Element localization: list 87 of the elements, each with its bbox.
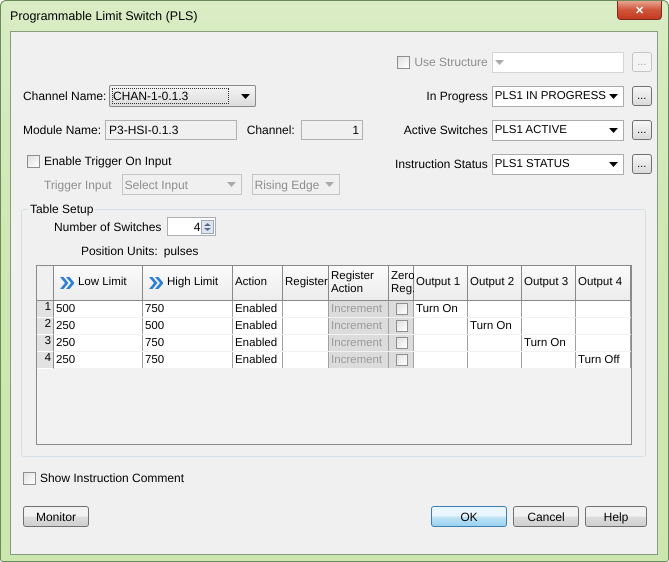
- row-number: 1: [37, 301, 54, 318]
- table-cell: Increment: [329, 301, 389, 317]
- table-cell: [283, 335, 329, 351]
- table-cell: 250: [54, 318, 143, 334]
- position-units-label: Position Units:: [81, 244, 158, 258]
- checkbox-label: Use Structure: [414, 55, 488, 69]
- caret-icon: [494, 60, 504, 64]
- table-cell: Enabled: [233, 318, 283, 334]
- checkbox[interactable]: [23, 472, 36, 484]
- field-label: Active Switches: [404, 123, 488, 137]
- tag-dropdown[interactable]: PLS1 IN PROGRESS: [492, 86, 624, 106]
- channel-name-label: Channel Name:: [23, 89, 105, 103]
- table-cell: Increment: [329, 352, 389, 368]
- column-header[interactable]: Output 4: [576, 266, 631, 301]
- column-header[interactable]: Low Limit: [54, 266, 143, 301]
- table-cell: [283, 318, 329, 334]
- row-number: 3: [37, 335, 54, 352]
- number-spinner[interactable]: 4: [167, 217, 216, 236]
- column-header[interactable]: Output 1: [414, 266, 468, 301]
- number-of-switches-label: Number of Switches: [54, 220, 162, 234]
- table-cell: 250: [54, 335, 143, 351]
- row-number: 4: [37, 352, 54, 369]
- browse-button[interactable]: ...: [632, 86, 652, 106]
- caret-icon: [226, 182, 236, 187]
- column-header[interactable]: Output 3: [522, 266, 576, 301]
- browse-button[interactable]: ...: [632, 120, 652, 140]
- column-header[interactable]: High Limit: [143, 266, 233, 301]
- checkbox-label: Show Instruction Comment: [40, 471, 184, 485]
- column-header[interactable]: Action: [233, 266, 283, 301]
- table-cell: 750: [143, 352, 233, 368]
- table-cell: 750: [143, 335, 233, 351]
- close-button[interactable]: ✕: [617, 1, 662, 20]
- module-name-field[interactable]: P3-HSI-0.1.3: [105, 120, 237, 140]
- dialog-button[interactable]: Help: [585, 506, 647, 527]
- table-cell: [522, 352, 576, 368]
- column-header[interactable]: Output 2: [468, 266, 522, 301]
- trigger-input-label: Trigger Input: [44, 178, 112, 192]
- table-cell: [576, 301, 631, 317]
- table-cell: [468, 352, 522, 368]
- table-cell: Turn On: [522, 335, 576, 351]
- double-chevron-icon: [149, 277, 163, 289]
- table-cell: Increment: [329, 335, 389, 351]
- table-cell: [576, 335, 631, 351]
- browse-button[interactable]: ...: [632, 154, 652, 174]
- table-cell: Turn On: [468, 318, 522, 334]
- double-chevron-icon: [60, 277, 74, 289]
- table-cell: [468, 335, 522, 351]
- table-cell: [468, 301, 522, 317]
- column-header[interactable]: Register: [283, 266, 329, 301]
- table-cell: Enabled: [233, 335, 283, 351]
- channel-field[interactable]: 1: [300, 120, 363, 140]
- tag-dropdown[interactable]: PLS1 STATUS: [492, 154, 624, 174]
- row-number: 2: [37, 318, 54, 335]
- checkbox[interactable]: [27, 154, 40, 168]
- table-cell: Turn On: [414, 301, 468, 317]
- table-cell: Enabled: [233, 352, 283, 368]
- module-name-label: Module Name:: [23, 123, 102, 137]
- caret-icon: [608, 94, 618, 98]
- table-cell: 500: [54, 301, 143, 317]
- spin-arrows-icon: [201, 220, 214, 234]
- channel-name-dropdown[interactable]: CHAN-1-0.1.3: [109, 85, 256, 107]
- checkbox-label: Enable Trigger On Input: [44, 154, 172, 168]
- dialog-button[interactable]: OK: [431, 506, 507, 527]
- position-units-value: pulses: [164, 244, 198, 258]
- table-cell: [283, 352, 329, 368]
- field-label: Instruction Status: [395, 157, 488, 171]
- window-title: Programmable Limit Switch (PLS): [10, 9, 198, 23]
- dialog-button[interactable]: Monitor: [23, 506, 89, 527]
- table-cell: [283, 301, 329, 317]
- caret-icon: [241, 94, 250, 98]
- caret-icon: [608, 128, 618, 132]
- dialog-button[interactable]: Cancel: [513, 506, 579, 527]
- table-cell: [576, 318, 631, 334]
- group-title: Table Setup: [29, 202, 94, 216]
- tag-dropdown[interactable]: PLS1 ACTIVE: [492, 120, 624, 140]
- table-cell: Increment: [329, 318, 389, 334]
- caret-icon: [324, 182, 334, 187]
- table-cell: [522, 301, 576, 317]
- field-label: In Progress: [426, 89, 488, 103]
- channel-label: Channel:: [246, 123, 295, 137]
- table-cell: [522, 318, 576, 334]
- table-cell: 500: [143, 318, 233, 334]
- table-cell: 250: [54, 352, 143, 368]
- table-cell: Turn Off: [576, 352, 631, 368]
- caret-icon: [608, 162, 618, 166]
- table-cell: Enabled: [233, 301, 283, 317]
- table-cell: 750: [143, 301, 233, 317]
